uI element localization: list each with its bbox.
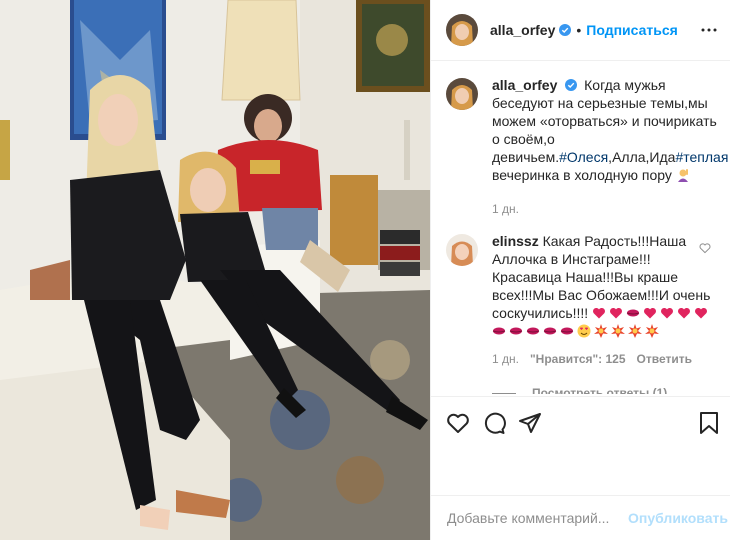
view-replies-button[interactable]: Посмотреть ответы (1) (492, 384, 715, 394)
more-horizontal-icon[interactable] (701, 22, 717, 38)
heart-emoji-icon (694, 306, 708, 320)
caption-tail: вечеринка в холодную пору (492, 167, 672, 183)
verified-badge-icon (559, 24, 572, 36)
verified-badge-icon (565, 79, 578, 91)
comment-like-heart-icon[interactable] (699, 242, 711, 254)
replies-divider (492, 392, 516, 394)
caption-author-avatar[interactable] (446, 78, 478, 110)
comment-likes[interactable]: "Нравится": 125 (530, 350, 626, 368)
caption-meta: 1 дн. (492, 200, 728, 218)
heart-emoji-icon (643, 306, 657, 320)
commenter-avatar[interactable] (446, 234, 478, 266)
collision-emoji-icon (645, 324, 659, 338)
caption-name: Алла (612, 149, 646, 165)
caption-body: alla_orfey Когда мужья беседуют на серье… (492, 77, 729, 218)
view-replies-label[interactable]: Посмотреть ответы (1) (532, 384, 667, 394)
hashtag-link[interactable]: #теплая (675, 149, 728, 165)
heart-emoji-icon (592, 306, 606, 320)
caption-age[interactable]: 1 дн. (492, 200, 519, 218)
caption-item: alla_orfey Когда мужья беседуют на серье… (446, 76, 728, 218)
kiss-emoji-icon (543, 324, 557, 338)
kiss-emoji-icon (509, 324, 523, 338)
heart-icon[interactable] (446, 411, 470, 435)
heart-emoji-icon (677, 306, 691, 320)
comments-list[interactable]: alla_orfey Когда мужья беседуют на серье… (431, 62, 730, 394)
author-username[interactable]: alla_orfey (490, 22, 555, 38)
collision-emoji-icon (611, 324, 625, 338)
caption-username[interactable]: alla_orfey (492, 77, 557, 93)
post-header: alla_orfey • Подписаться (431, 0, 730, 61)
kiss-emoji-icon (560, 324, 574, 338)
post-actions-bar (431, 396, 730, 448)
heart-emoji-icon (660, 306, 674, 320)
bookmark-icon[interactable] (697, 411, 721, 435)
follow-button[interactable]: Подписаться (586, 22, 678, 38)
separator-dot: • (576, 22, 582, 38)
commenter-username[interactable]: elinssz (492, 233, 539, 249)
kiss-emoji-icon (626, 306, 640, 320)
kiss-emoji-icon (526, 324, 540, 338)
comment-item: elinssz Какая Радость!!!Наша Аллочка в И… (446, 232, 715, 394)
post-sidebar: alla_orfey • Подписаться alla_orfey Когд… (430, 0, 730, 540)
comment-bubble-icon[interactable] (482, 411, 506, 435)
kiss-emoji-icon (492, 324, 506, 338)
collision-emoji-icon (628, 324, 642, 338)
comment-body: elinssz Какая Радость!!!Наша Аллочка в И… (492, 232, 715, 394)
woman-raising-hand-emoji-icon (676, 168, 690, 182)
comment-input[interactable] (447, 510, 628, 526)
collision-emoji-icon (594, 324, 608, 338)
hashtag-link[interactable]: #Олеся (559, 149, 608, 165)
reply-button[interactable]: Ответить (637, 350, 692, 368)
author-avatar[interactable] (446, 14, 478, 46)
heart-emoji-icon (609, 306, 623, 320)
post-photo[interactable] (0, 0, 430, 540)
comment-meta: 1 дн. "Нравится": 125 Ответить (492, 350, 715, 368)
comment-age[interactable]: 1 дн. (492, 350, 519, 368)
add-comment-bar: Опубликовать (431, 495, 730, 540)
heart-eyes-emoji-icon (577, 324, 591, 338)
caption-name: Ида (649, 149, 676, 165)
publish-button[interactable]: Опубликовать (628, 510, 728, 526)
paper-plane-icon[interactable] (518, 411, 542, 435)
